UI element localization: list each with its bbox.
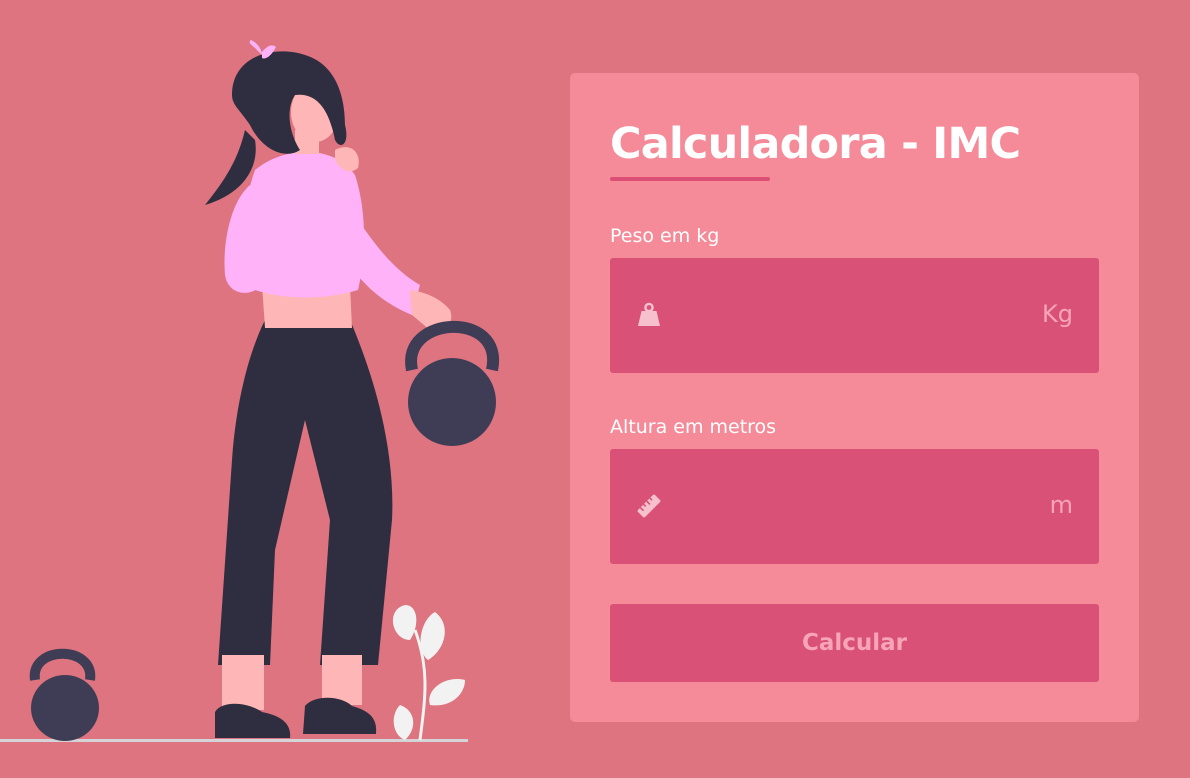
height-label: Altura em metros (610, 416, 777, 438)
fitness-woman-illustration (0, 40, 500, 742)
height-unit: m (1049, 491, 1073, 519)
floor-kettlebell-icon (29, 648, 99, 741)
title-underline (610, 177, 770, 181)
woman-pants (218, 320, 393, 665)
calculate-button[interactable]: Calcular (610, 604, 1099, 682)
weight-field[interactable]: Kg (610, 258, 1099, 375)
weight-icon (638, 302, 660, 326)
ruler-icon (637, 494, 661, 518)
kettlebell-icon (405, 320, 500, 446)
weight-input[interactable] (680, 258, 1004, 375)
height-input[interactable] (680, 449, 1004, 566)
woman-shoes (215, 703, 291, 738)
weight-label: Peso em kg (610, 225, 720, 247)
weight-unit: Kg (1042, 300, 1073, 328)
height-field[interactable]: m (610, 449, 1099, 566)
imc-calculator-card: Calculadora - IMC Peso em kg Kg Altura e… (570, 73, 1139, 722)
plant-icon (392, 605, 465, 741)
page-title: Calculadora - IMC (610, 119, 1021, 169)
